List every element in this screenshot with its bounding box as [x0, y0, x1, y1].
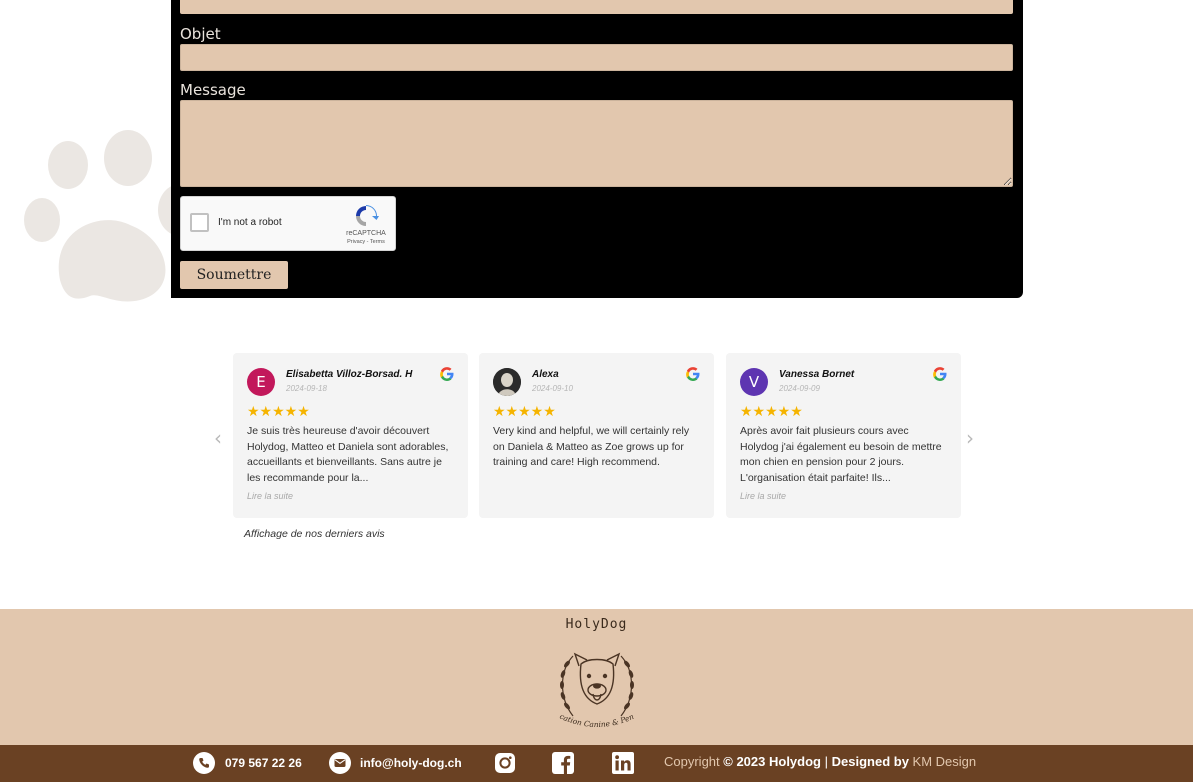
subject-label: Objet	[180, 25, 221, 43]
review-date: 2024-09-10	[532, 384, 573, 393]
linkedin-icon[interactable]	[612, 752, 634, 774]
recaptcha-checkbox[interactable]	[190, 213, 209, 232]
submit-button[interactable]: Soumettre	[180, 261, 288, 289]
reviewer-name: Vanessa Bornet	[779, 369, 855, 380]
contact-form: Objet Message I'm not a robot reCAPTCHA …	[171, 0, 1023, 298]
copyright-prefix: Copyright	[664, 754, 720, 769]
google-icon	[933, 367, 947, 381]
review-text: Very kind and helpful, we will certainly…	[493, 425, 690, 468]
read-more-link[interactable]: Lire la suite	[247, 491, 293, 501]
paw-decoration-icon	[24, 130, 190, 302]
recaptcha-terms-link[interactable]: Privacy - Terms	[339, 239, 393, 245]
message-textarea[interactable]	[180, 100, 1013, 187]
email-address[interactable]: info@holy-dog.ch	[360, 756, 462, 770]
review-text: Je suis très heureuse d'avoir découvert …	[247, 425, 449, 484]
google-icon	[440, 367, 454, 381]
star-rating: ★★★★★	[247, 404, 310, 420]
recaptcha-widget: I'm not a robot reCAPTCHA Privacy - Term…	[180, 196, 396, 251]
instagram-icon[interactable]	[494, 752, 516, 774]
reviews-footer-note: Affichage de nos derniers avis	[244, 528, 385, 540]
carousel-prev-arrow-icon[interactable]: ‹	[214, 426, 222, 450]
footer-brand: HolyDog	[565, 617, 628, 632]
phone-icon[interactable]	[193, 752, 215, 774]
reviewer-name: Elisabetta Villoz-Borsad. H	[286, 369, 413, 380]
mail-icon[interactable]	[329, 752, 351, 774]
holydog-logo-emblem: Education Canine & Pension	[551, 636, 635, 729]
svg-text:Education Canine & Pension: Education Canine & Pension	[551, 636, 635, 729]
review-text: Après avoir fait plusieurs cours avec Ho…	[740, 425, 942, 484]
footer: HolyDog cation Canine & Pen	[0, 609, 1193, 745]
subject-input[interactable]	[180, 44, 1013, 71]
star-rating: ★★★★★	[493, 404, 556, 420]
emblem-text: Education Canine & Pension	[551, 636, 635, 729]
previous-input-field[interactable]	[180, 0, 1013, 14]
read-more-link[interactable]: Lire la suite	[740, 491, 786, 501]
avatar: E	[247, 368, 275, 396]
recaptcha-label: I'm not a robot	[218, 217, 282, 228]
message-label: Message	[180, 81, 246, 99]
copyright-text: Copyright © 2023 Holydog | Designed by K…	[664, 754, 976, 769]
recaptcha-brand: reCAPTCHA	[346, 230, 386, 237]
google-icon	[686, 367, 700, 381]
copyright-separator: |	[824, 754, 828, 769]
review-card: V Vanessa Bornet 2024-09-09 ★★★★★ Après …	[726, 353, 961, 518]
facebook-icon[interactable]	[552, 752, 574, 774]
review-date: 2024-09-18	[286, 384, 327, 393]
review-card: Alexa 2024-09-10 ★★★★★ Very kind and hel…	[479, 353, 714, 518]
review-card: E Elisabetta Villoz-Borsad. H 2024-09-18…	[233, 353, 468, 518]
review-date: 2024-09-09	[779, 384, 820, 393]
designed-by-label: Designed by	[831, 754, 909, 769]
copyright-main: © 2023 Holydog	[723, 754, 821, 769]
star-rating: ★★★★★	[740, 404, 803, 420]
phone-number[interactable]: 079 567 22 26	[225, 756, 302, 770]
avatar: V	[740, 368, 768, 396]
avatar	[493, 368, 521, 396]
recaptcha-logo-icon	[356, 205, 379, 226]
designer-link[interactable]: KM Design	[913, 754, 977, 769]
reviewer-name: Alexa	[532, 369, 559, 380]
footer-bottom-bar: 079 567 22 26 info@holy-dog.ch Copyright…	[0, 745, 1193, 782]
carousel-next-arrow-icon[interactable]: ›	[966, 426, 974, 450]
